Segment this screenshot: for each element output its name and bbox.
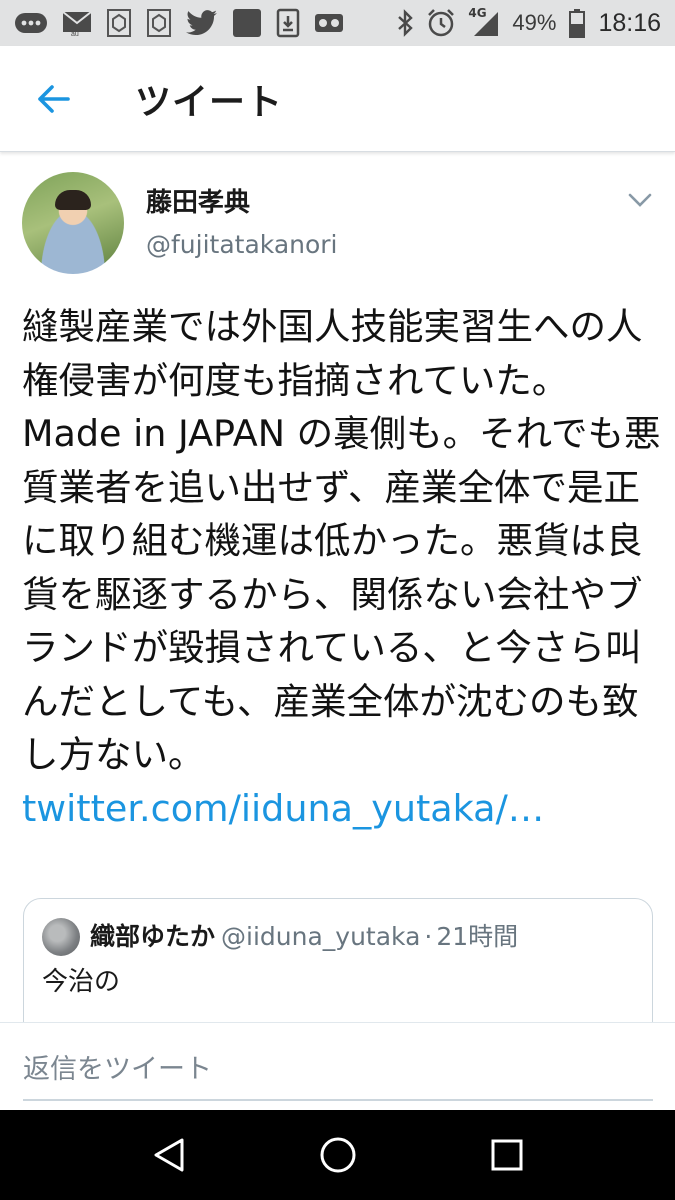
clock: 18:16: [598, 8, 661, 37]
battery-icon: [568, 8, 586, 38]
quoted-header: 織部ゆたか @iiduna_yutaka · 21時間: [90, 917, 518, 953]
recents-square-icon: [491, 1139, 522, 1171]
separator-dot: ·: [424, 922, 433, 951]
network-label: 4G: [468, 6, 487, 20]
quoted-avatar: [42, 918, 80, 956]
reply-input[interactable]: 返信をツイート: [23, 1033, 653, 1101]
bluetooth-icon: [396, 9, 414, 37]
quoted-handle: @iiduna_yutaka: [221, 922, 421, 951]
tweet-menu-button[interactable]: [622, 182, 658, 218]
nav-back-button[interactable]: [139, 1125, 199, 1185]
reply-bar: 返信をツイート: [0, 1022, 675, 1110]
signal-icon: 4G: [468, 6, 500, 38]
author-name[interactable]: 藤田孝典: [146, 182, 250, 219]
alarm-icon: [426, 8, 456, 38]
chevron-down-icon: [628, 193, 652, 207]
app-header: ツイート: [0, 46, 675, 152]
chat-icon: [14, 11, 48, 35]
tweet-text: 縫製産業では外国人技能実習生への人権侵害が何度も指摘されていた。Made in …: [22, 300, 662, 835]
notification-icons: au: [14, 8, 344, 38]
avatar[interactable]: [22, 172, 124, 274]
au-mail-icon: au: [62, 9, 92, 37]
arrow-left-icon: [38, 84, 70, 113]
back-button[interactable]: [27, 73, 79, 125]
quoted-name: 織部ゆたか: [90, 922, 216, 951]
twitter-icon: [186, 10, 218, 36]
status-bar: au 4G 49% 18:16: [0, 0, 675, 46]
tweet-body: 縫製産業では外国人技能実習生への人権侵害が何度も指摘されていた。Made in …: [22, 305, 661, 776]
home-circle-icon: [320, 1137, 355, 1173]
quoted-text: 今治の: [42, 967, 121, 997]
voicemail-icon: [314, 12, 344, 34]
download-icon: [276, 8, 300, 38]
battery-percent: 49%: [512, 10, 557, 35]
tweet-link[interactable]: twitter.com/iiduna_yutaka/…: [22, 787, 544, 830]
square-icon: [232, 8, 262, 38]
author-handle[interactable]: @fujitatakanori: [146, 230, 338, 259]
cube-icon: [106, 8, 132, 38]
cube-icon: [146, 8, 172, 38]
avatar-hair: [55, 190, 91, 210]
system-indicators: 4G 49% 18:16: [396, 6, 661, 38]
svg-text:au: au: [71, 31, 79, 37]
nav-recents-button[interactable]: [477, 1125, 537, 1185]
android-nav-bar: [0, 1110, 675, 1200]
nav-home-button[interactable]: [308, 1125, 368, 1185]
back-triangle-icon: [154, 1138, 183, 1172]
quoted-time: 21時間: [436, 922, 519, 951]
page-title: ツイート: [135, 81, 284, 123]
tweet-author: 藤田孝典 @fujitatakanori: [22, 172, 658, 274]
